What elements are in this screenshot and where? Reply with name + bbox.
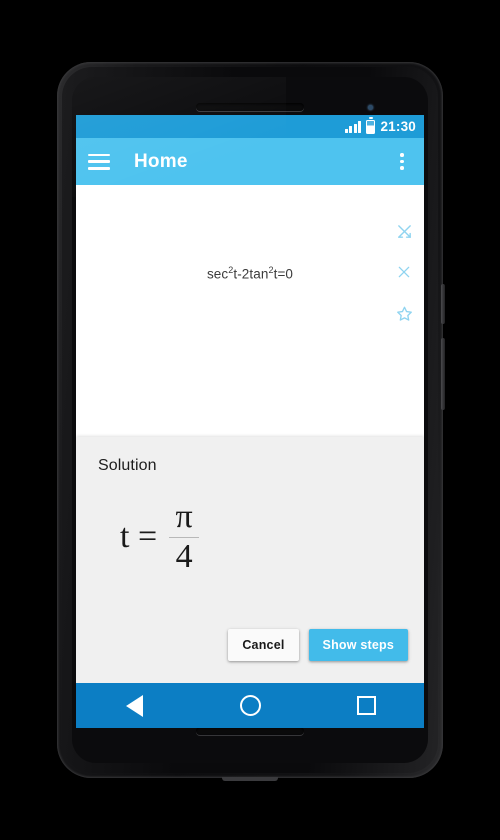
bottom-speaker	[196, 727, 304, 735]
phone-screen: 21:30 Home sec2t-2tan2t=0 Solution t = π…	[76, 115, 424, 728]
solution-dialog: Solution t = π 4 Cancel Show steps	[76, 437, 424, 683]
status-bar: 21:30	[76, 115, 424, 138]
earpiece-speaker	[196, 103, 304, 111]
nav-back-button[interactable]	[103, 683, 165, 728]
home-icon	[239, 695, 261, 716]
show-steps-button[interactable]: Show steps	[308, 629, 408, 661]
overflow-menu-icon[interactable]	[392, 151, 412, 173]
main-content: sec2t-2tan2t=0	[76, 185, 424, 535]
nav-recents-button[interactable]	[335, 683, 397, 728]
result-fraction: π 4	[169, 498, 200, 576]
battery-icon	[366, 119, 376, 134]
solution-result: t = π 4	[98, 498, 406, 576]
equation-part3: t=0	[273, 266, 294, 282]
power-button[interactable]	[441, 284, 445, 324]
volume-button[interactable]	[441, 338, 445, 410]
solution-title: Solution	[98, 457, 157, 474]
recents-icon	[356, 696, 376, 715]
app-bar: Home	[76, 138, 424, 185]
front-camera-icon	[368, 105, 373, 110]
signal-bars-icon	[344, 120, 362, 133]
back-icon	[125, 694, 143, 717]
result-lhs: t =	[120, 518, 158, 556]
fraction-numerator: π	[175, 498, 193, 535]
hamburger-menu-icon[interactable]	[88, 153, 110, 170]
equation-part2: t-2tan	[233, 266, 269, 282]
nav-home-button[interactable]	[219, 683, 281, 728]
cancel-button[interactable]: Cancel	[228, 629, 299, 661]
bottom-port	[222, 777, 278, 781]
close-icon[interactable]	[394, 262, 414, 282]
status-bar-clock: 21:30	[380, 118, 416, 134]
status-bar-right: 21:30	[344, 118, 416, 134]
equation-part1: sec	[206, 266, 229, 282]
shuffle-icon[interactable]	[394, 221, 414, 241]
page-title: Home	[134, 150, 188, 172]
android-nav-bar	[76, 683, 424, 728]
equation-row: sec2t-2tan2t=0	[76, 265, 424, 282]
equation-side-actions	[394, 221, 414, 323]
equation-display[interactable]: sec2t-2tan2t=0	[207, 265, 293, 282]
star-icon[interactable]	[394, 303, 414, 323]
fraction-denominator: 4	[175, 538, 193, 576]
dialog-buttons: Cancel Show steps	[228, 629, 408, 661]
